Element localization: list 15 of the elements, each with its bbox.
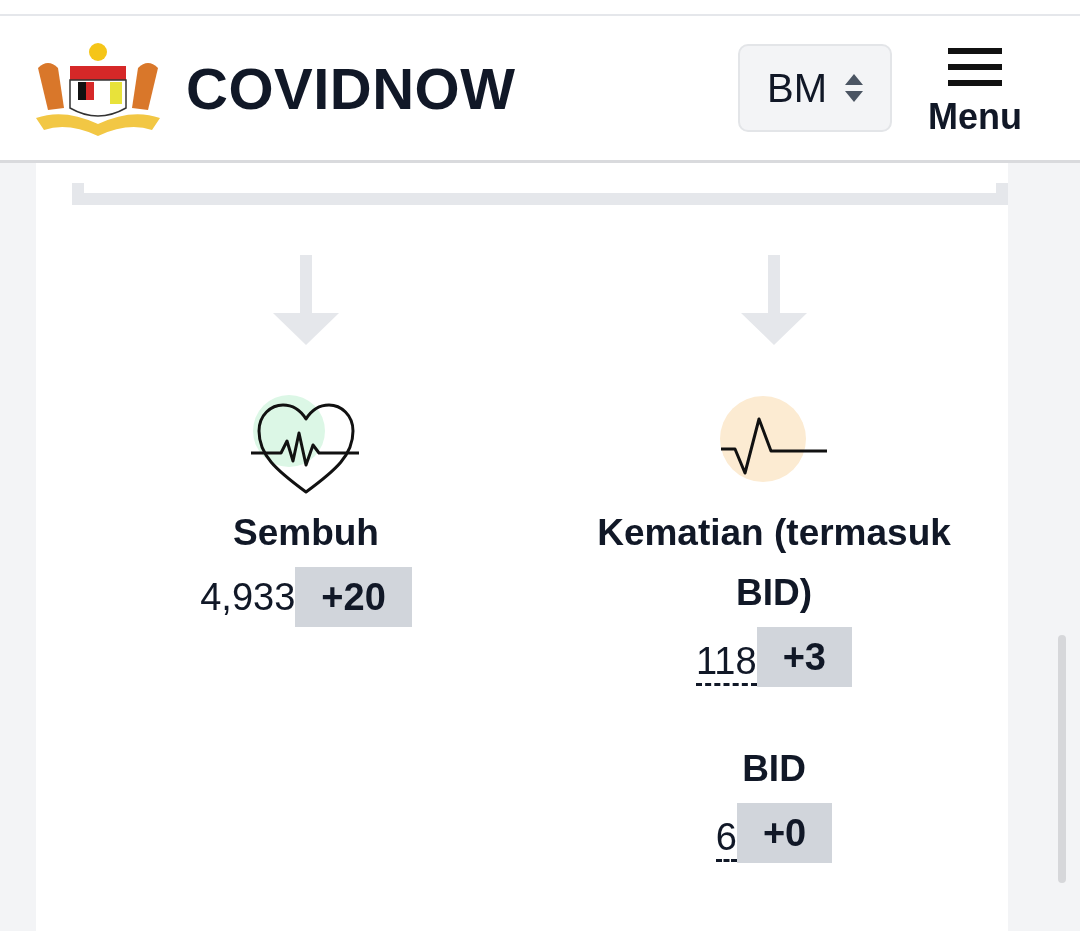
down-arrow-icon [741, 255, 807, 345]
stat-heading: BID [741, 747, 807, 791]
stat-heading: Sembuh [232, 511, 380, 555]
scrollbar[interactable] [1058, 635, 1066, 883]
delta-badge: +0 [736, 803, 833, 863]
sort-caret-icon [845, 74, 863, 102]
menu-icon [948, 48, 1002, 86]
down-arrow-icon [273, 255, 339, 345]
delta-badge: +3 [756, 627, 852, 687]
site-title: COVIDNOW [186, 54, 517, 122]
menu-button[interactable]: Menu [928, 48, 1022, 138]
stat-value: 4,933 [200, 575, 296, 620]
delta-badge: +20 [295, 567, 412, 627]
language-select[interactable]: BM [738, 44, 892, 132]
stat-heading: Kematian (termasuk BID) [596, 511, 952, 615]
